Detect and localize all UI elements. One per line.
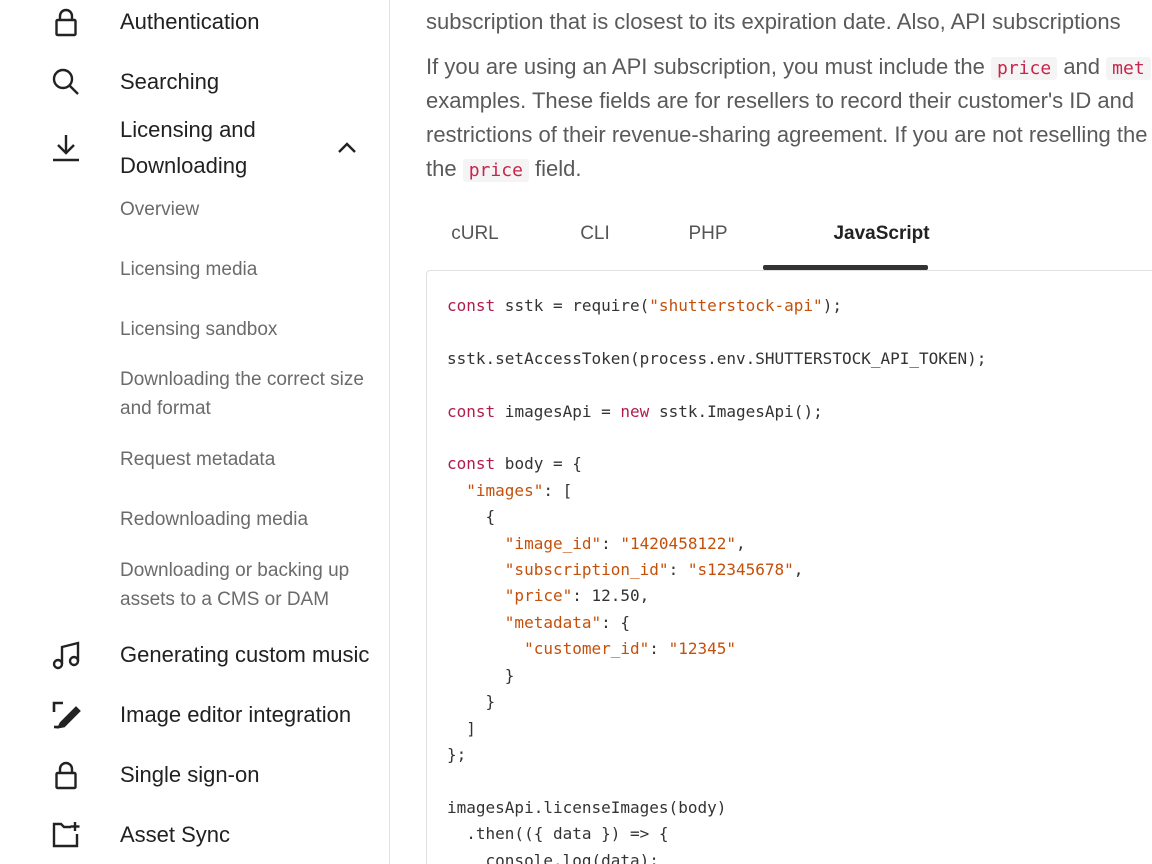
sidebar-subitem-licensing-media[interactable]: Licensing media <box>120 255 370 284</box>
code-language-tabs: cURL CLI PHP JavaScript <box>426 208 1152 270</box>
sidebar-item-generating-custom-music[interactable]: Generating custom music <box>0 637 389 673</box>
sidebar-item-label: Generating custom music <box>120 642 370 667</box>
lock-icon <box>48 4 84 40</box>
chevron-up-icon[interactable] <box>332 133 362 163</box>
code-token: sstk.ImagesApi(); <box>649 401 823 421</box>
paragraph-text: If you are using an API subscription, yo… <box>426 54 985 79</box>
sidebar-item-label: Searching <box>120 69 220 94</box>
code-keyword: const <box>447 401 496 421</box>
code-line: sstk.setAccessToken(process.env.SHUTTERS… <box>447 348 987 368</box>
tab-php[interactable]: PHP <box>666 208 750 266</box>
code-token: sstk = require( <box>495 296 650 315</box>
code-line: .then(({ data }) => { <box>447 824 669 844</box>
code-string: "1420458122" <box>620 533 736 553</box>
tab-cli[interactable]: CLI <box>556 208 634 266</box>
code-string: "price" <box>504 586 573 606</box>
code-string: "metadata" <box>504 612 602 632</box>
sidebar: Authentication Searching Licensing and D… <box>0 0 390 864</box>
code-token: : [ <box>543 480 573 500</box>
paragraph-text: restrictions of their revenue-sharing ag… <box>426 122 1148 147</box>
paragraph-text: subscription that is closest to its expi… <box>426 9 1121 34</box>
code-keyword: const <box>447 454 496 474</box>
code-token: ); <box>822 296 842 315</box>
code-string: "customer_id" <box>524 639 650 659</box>
main-content: subscription that is closest to its expi… <box>390 0 1152 864</box>
code-line: ] <box>447 718 476 738</box>
sidebar-item-licensing-and-downloading[interactable]: Licensing and Downloading <box>0 112 389 184</box>
search-icon <box>48 64 84 100</box>
sidebar-item-label: Single sign-on <box>120 762 260 787</box>
tab-curl[interactable]: cURL <box>426 208 524 266</box>
paragraph-text: the <box>426 156 457 181</box>
music-note-icon <box>48 637 84 673</box>
sidebar-item-authentication[interactable]: Authentication <box>0 4 389 40</box>
inline-code: met <box>1106 57 1151 80</box>
tab-javascript[interactable]: JavaScript <box>799 208 964 266</box>
folder-add-icon <box>48 817 84 853</box>
paragraph-text: field. <box>535 156 582 181</box>
sidebar-subitem-request-metadata[interactable]: Request metadata <box>120 445 370 474</box>
sidebar-item-image-editor-integration[interactable]: Image editor integration <box>0 697 389 733</box>
paragraph-text: If you are using an API subscription, yo… <box>426 50 1152 86</box>
inline-code: price <box>462 159 529 182</box>
code-line: imagesApi.licenseImages(body) <box>447 797 727 817</box>
sidebar-subitem-redownloading-media[interactable]: Redownloading media <box>120 505 370 534</box>
sidebar-item-label: Licensing and Downloading <box>120 117 256 178</box>
lock-icon <box>48 757 84 793</box>
code-block: const sstk = require("shutterstock-api")… <box>426 270 1152 864</box>
code-line: console.log(data); <box>447 850 659 864</box>
code-keyword: const <box>447 296 496 315</box>
sidebar-item-label: Asset Sync <box>120 822 231 847</box>
inline-code: price <box>991 57 1058 80</box>
code-line: }; <box>447 744 467 764</box>
sidebar-subitem-backing-up-assets[interactable]: Downloading or backing up assets to a CM… <box>120 556 370 614</box>
code-string: "shutterstock-api" <box>649 296 823 315</box>
sidebar-item-label: Image editor integration <box>120 702 352 727</box>
sidebar-item-single-sign-on[interactable]: Single sign-on <box>0 757 389 793</box>
paragraph-text: examples. These fields are for resellers… <box>426 88 1135 113</box>
code-string: "12345" <box>668 639 736 659</box>
sidebar-subitem-overview[interactable]: Overview <box>120 195 370 224</box>
code-line: { <box>447 507 496 527</box>
paragraph-text: and <box>1063 54 1101 79</box>
sidebar-item-label: Authentication <box>120 9 260 34</box>
download-icon <box>48 130 84 166</box>
code-string: "images" <box>466 480 544 500</box>
code-string: "image_id" <box>504 533 602 553</box>
edit-icon <box>48 697 84 733</box>
code-string: "s12345678" <box>687 560 794 580</box>
code-line: } <box>447 692 496 712</box>
paragraph-text: the price field. <box>426 152 1152 188</box>
sidebar-item-searching[interactable]: Searching <box>0 64 389 100</box>
code-text: const sstk = require("shutterstock-api")… <box>447 293 986 864</box>
code-token: imagesApi = <box>495 401 621 421</box>
code-token: 12.50 <box>591 586 640 606</box>
sidebar-item-asset-sync[interactable]: Asset Sync <box>0 817 389 853</box>
sidebar-subitem-licensing-sandbox[interactable]: Licensing sandbox <box>120 315 370 344</box>
code-token: body = { <box>495 454 582 474</box>
code-string: "subscription_id" <box>504 560 669 580</box>
sidebar-subitem-downloading-size-format[interactable]: Downloading the correct size and format <box>120 365 370 423</box>
code-line: } <box>447 665 515 685</box>
code-keyword: new <box>620 401 650 421</box>
